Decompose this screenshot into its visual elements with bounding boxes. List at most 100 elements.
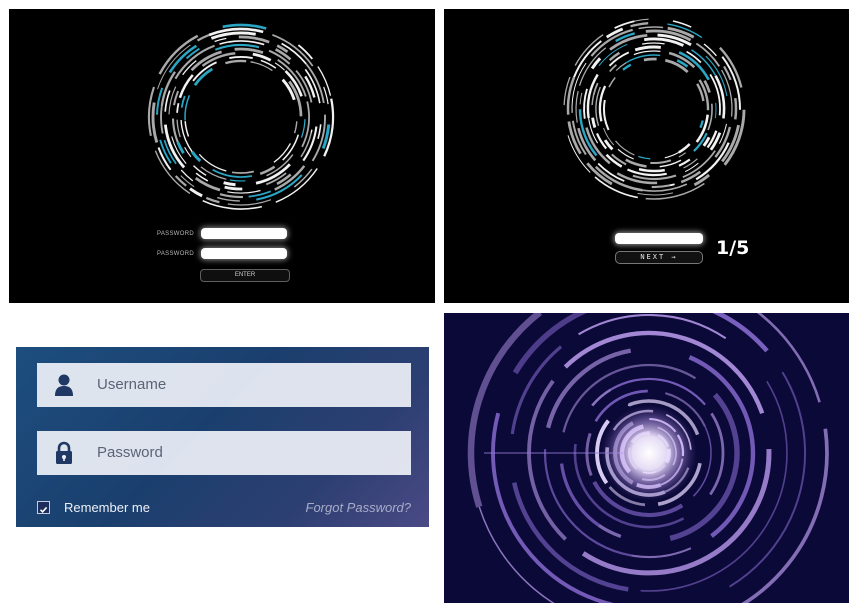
- enter-button[interactable]: ENTER: [200, 269, 290, 282]
- ring-arc: [695, 114, 709, 143]
- ring-arc: [227, 189, 261, 194]
- ring-arc: [260, 59, 277, 69]
- ring-arc: [734, 97, 738, 120]
- ring-arc: [637, 192, 674, 196]
- ring-arc: [234, 47, 264, 55]
- ring-arc: [678, 152, 687, 158]
- ring-arc: [193, 165, 207, 176]
- tunnel-ring-arc: [631, 547, 692, 559]
- password-input-1[interactable]: [201, 228, 287, 239]
- ring-arc: [699, 120, 704, 129]
- ring-arc: [219, 41, 229, 45]
- tunnel-ring-arc: [585, 432, 593, 477]
- ring-arc: [201, 52, 236, 67]
- tunnel-ring-arc: [597, 524, 622, 538]
- ring-arc: [228, 40, 265, 46]
- username-placeholder: Username: [97, 376, 167, 393]
- ring-arc: [638, 167, 666, 173]
- password-field[interactable]: Password: [37, 431, 411, 475]
- ring-arc: [301, 101, 310, 148]
- ring-arc: [231, 170, 255, 174]
- ring-arc: [205, 196, 220, 204]
- ring-arc: [583, 88, 588, 119]
- ring-arc: [302, 126, 318, 162]
- next-button[interactable]: NEXT →: [615, 251, 703, 264]
- ring-arc: [173, 90, 180, 106]
- ring-arc: [634, 45, 661, 52]
- ring-arc: [678, 143, 691, 154]
- remember-me-checkbox[interactable]: [37, 501, 50, 514]
- ring-arc: [592, 82, 599, 96]
- ring-arc: [622, 63, 632, 71]
- ring-arc: [224, 185, 243, 191]
- forgot-password-link[interactable]: Forgot Password?: [306, 500, 412, 515]
- ring-arc: [180, 169, 194, 182]
- ring-arc: [664, 58, 689, 74]
- remember-me-label[interactable]: Remember me: [64, 500, 150, 515]
- ring-arc: [200, 166, 227, 180]
- ring-arc: [638, 155, 651, 160]
- ring-arc: [189, 187, 203, 198]
- password-placeholder: Password: [97, 444, 163, 461]
- password-input[interactable]: [615, 233, 703, 244]
- ring-arc: [300, 119, 306, 138]
- ring-arc: [293, 121, 298, 134]
- ring-arc: [282, 134, 300, 161]
- ring-arc: [176, 119, 181, 138]
- tunnel-rings-screen: [444, 313, 849, 603]
- ring-arc: [214, 37, 227, 43]
- login-screen-dark-1: PASSWORD PASSWORD ENTER: [9, 9, 435, 303]
- ring-arc: [667, 23, 703, 39]
- tunnel-ring-arc: [510, 345, 563, 435]
- ring-arc: [217, 196, 240, 202]
- ring-arc: [281, 78, 296, 101]
- ring-arc: [615, 140, 635, 156]
- ring-arc: [317, 66, 332, 96]
- ring-arc: [223, 181, 236, 187]
- ring-arc: [714, 102, 717, 119]
- ring-arc: [196, 33, 210, 42]
- ring-arc: [160, 71, 176, 107]
- username-field[interactable]: Username: [37, 363, 411, 407]
- ring-arc: [176, 141, 185, 154]
- ring-arc: [176, 103, 180, 113]
- ring-arc: [219, 193, 244, 199]
- ring-arc: [603, 99, 610, 131]
- ring-arc: [591, 117, 597, 129]
- ring-arc: [151, 102, 159, 143]
- center-glow: [601, 405, 697, 501]
- tunnel-ring-arc: [527, 379, 567, 541]
- ring-arc: [625, 158, 647, 168]
- ring-arc: [579, 92, 583, 105]
- ring-arc: [184, 95, 191, 121]
- ring-arc: [194, 176, 221, 192]
- ring-arc: [190, 150, 202, 163]
- ring-arc: [650, 159, 672, 165]
- tunnel-ring-arc: [688, 355, 756, 538]
- login-screen-dark-2: NEXT → 1/5: [444, 9, 849, 303]
- ring-arc: [229, 55, 253, 60]
- ring-arc: [641, 42, 665, 45]
- login-form-gradient: Username Password Remember me Forgot Pas…: [16, 347, 429, 527]
- ring-arc: [252, 52, 272, 62]
- tunnel-rings-graphic: [467, 313, 829, 603]
- ring-arc: [178, 74, 194, 99]
- ring-arc: [630, 22, 649, 28]
- ring-arc: [664, 151, 680, 159]
- ring-arc: [669, 183, 675, 187]
- password-label-1: PASSWORD: [157, 231, 194, 237]
- ring-arc: [180, 119, 193, 153]
- ring-arc: [573, 40, 602, 78]
- step-counter: 1/5: [716, 237, 750, 259]
- lock-icon: [53, 441, 75, 465]
- user-icon: [53, 373, 75, 397]
- password-label-2: PASSWORD: [157, 251, 194, 257]
- ring-arc: [229, 179, 246, 182]
- password-input-2[interactable]: [201, 248, 287, 259]
- ring-arc: [642, 183, 688, 192]
- ring-arc: [225, 59, 247, 65]
- tunnel-ring-arc: [591, 388, 612, 407]
- ring-arc: [591, 94, 595, 106]
- ring-arc: [634, 18, 649, 22]
- ring-arc: [638, 26, 664, 30]
